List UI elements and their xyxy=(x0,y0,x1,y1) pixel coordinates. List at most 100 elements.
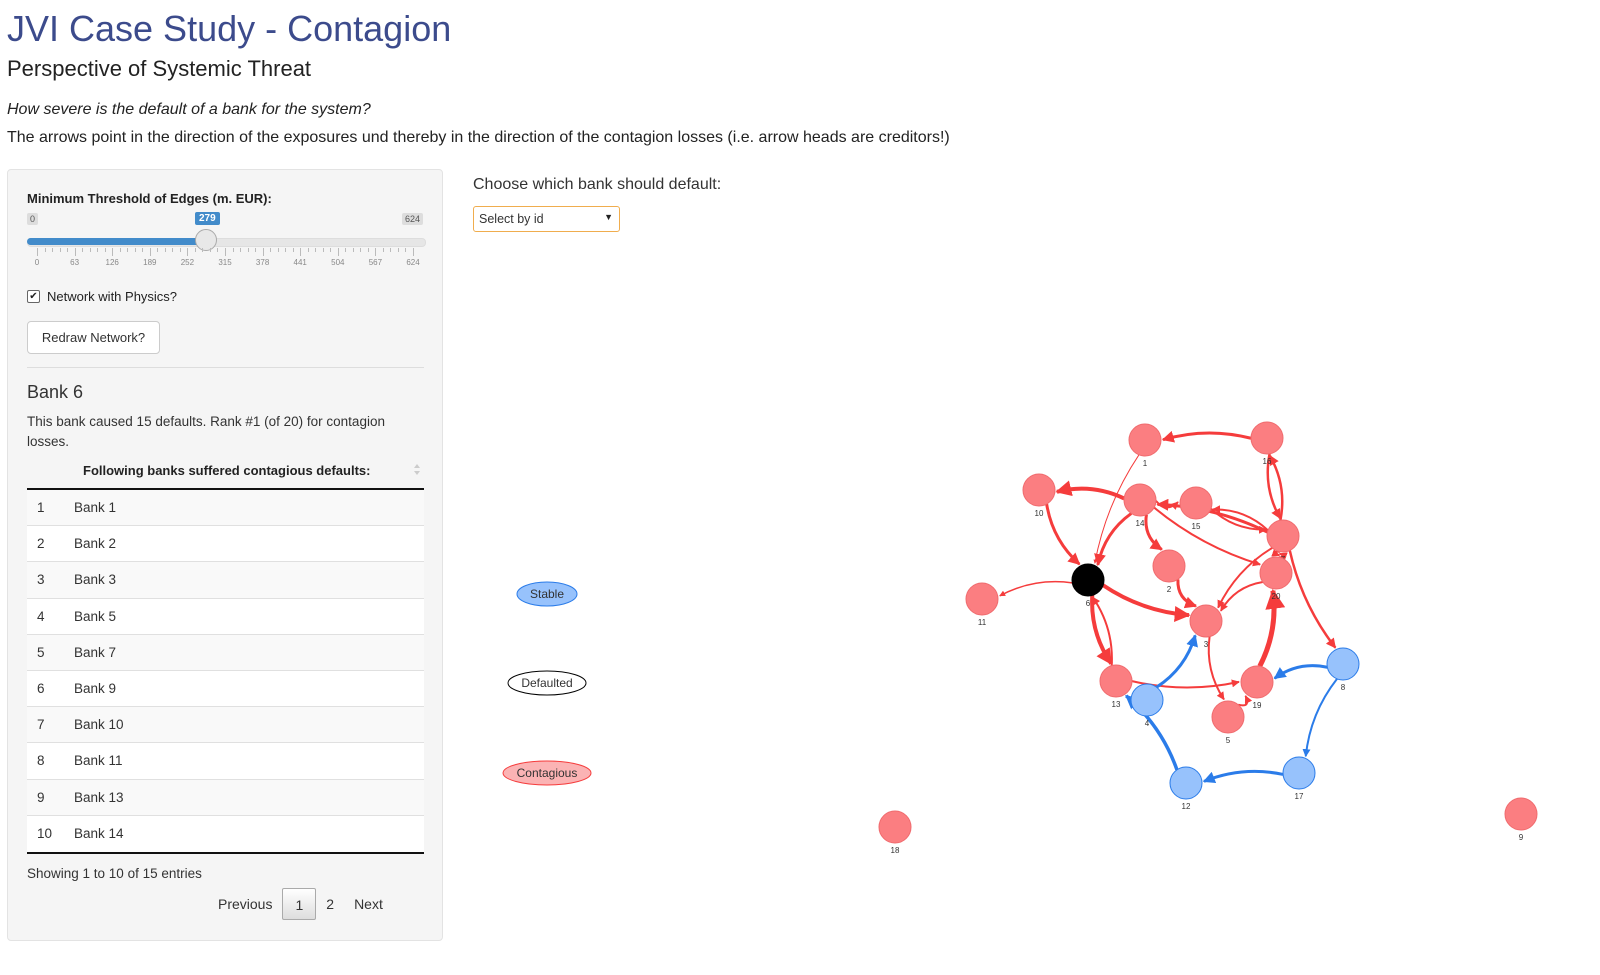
network-edge[interactable] xyxy=(999,580,1073,597)
pager-page-1[interactable]: 1 xyxy=(282,888,317,920)
network-edge[interactable] xyxy=(1257,588,1286,668)
slider-tick-label: 189 xyxy=(143,258,157,267)
table-row[interactable]: 7 Bank 10 xyxy=(27,707,424,744)
network-node[interactable] xyxy=(1022,473,1056,507)
pagination: Previous 1 2 Next xyxy=(208,887,393,921)
slider-tick-label: 378 xyxy=(255,258,270,267)
table-row[interactable]: 5 Bank 7 xyxy=(27,634,424,671)
slider-tick xyxy=(209,248,211,252)
network-node[interactable] xyxy=(965,582,999,616)
network-edge[interactable] xyxy=(1144,514,1163,551)
table-info: Showing 1 to 10 of 15 entries xyxy=(27,866,202,881)
slider-tick xyxy=(375,248,377,256)
table-header[interactable]: Following banks suffered contagious defa… xyxy=(27,455,424,490)
table-row[interactable]: 8 Bank 11 xyxy=(27,743,424,780)
network-node[interactable] xyxy=(1123,483,1157,517)
network-edge[interactable] xyxy=(1094,512,1133,567)
slider-tick xyxy=(142,248,144,252)
network-edge[interactable] xyxy=(1045,503,1081,566)
network-edge[interactable] xyxy=(1302,678,1338,758)
network-node-label: 5 xyxy=(1226,736,1231,745)
slider-tick xyxy=(127,248,129,252)
table-row[interactable]: 6 Bank 9 xyxy=(27,670,424,708)
pager-next[interactable]: Next xyxy=(344,896,393,912)
slider-tick xyxy=(300,248,302,256)
pager-page-2[interactable]: 2 xyxy=(316,896,344,912)
row-bank-name: Bank 13 xyxy=(74,789,124,805)
network-node[interactable] xyxy=(1099,664,1133,698)
network-node[interactable] xyxy=(878,810,912,844)
network-node[interactable] xyxy=(1240,665,1274,699)
network-edge[interactable] xyxy=(1161,430,1252,443)
network-node[interactable] xyxy=(1211,700,1245,734)
network-node-label: 18 xyxy=(891,846,900,855)
table-row[interactable]: 3 Bank 3 xyxy=(27,562,424,599)
physics-checkbox[interactable]: ✔ xyxy=(27,290,40,303)
slider-tick xyxy=(413,248,414,256)
slider-tick xyxy=(119,248,121,252)
table-row[interactable]: 4 Bank 5 xyxy=(27,598,424,635)
pager-previous[interactable]: Previous xyxy=(208,896,282,912)
network-node[interactable] xyxy=(1189,604,1223,638)
bank-select[interactable]: Select by id ▼ xyxy=(473,206,620,232)
network-edge[interactable] xyxy=(1237,695,1253,707)
legend-stable-label: Stable xyxy=(530,587,564,601)
row-bank-name: Bank 11 xyxy=(74,753,123,769)
slider-tick xyxy=(360,248,362,252)
network-edge[interactable] xyxy=(1155,634,1198,689)
explanation-text: The arrows point in the direction of the… xyxy=(7,129,950,146)
network-node[interactable] xyxy=(1504,797,1538,831)
physics-checkbox-label: Network with Physics? xyxy=(47,289,178,304)
table-row[interactable]: 9 Bank 13 xyxy=(27,779,424,816)
network-node[interactable] xyxy=(1169,766,1203,800)
slider-tick-label: 126 xyxy=(105,258,119,267)
slider-value-label: 279 xyxy=(195,212,220,225)
bank-title: Bank 6 xyxy=(27,382,84,402)
network-node[interactable] xyxy=(1250,421,1284,455)
physics-checkbox-row[interactable]: ✔ Network with Physics? xyxy=(27,289,177,304)
network-node[interactable] xyxy=(1071,563,1105,597)
sort-icon[interactable] xyxy=(414,464,420,478)
table-row[interactable]: 1 Bank 1 xyxy=(27,490,424,527)
network-node[interactable] xyxy=(1259,556,1293,590)
row-number: 5 xyxy=(37,644,45,660)
slider-min-label: 0 xyxy=(27,213,39,225)
network-edge[interactable] xyxy=(1202,769,1284,783)
row-number: 8 xyxy=(37,753,45,769)
network-edge[interactable] xyxy=(1288,550,1337,649)
slider-tick xyxy=(255,248,257,252)
network-node-label: 3 xyxy=(1204,640,1209,649)
slider-tick xyxy=(164,248,166,252)
network-node[interactable] xyxy=(1266,519,1300,553)
network-edge[interactable] xyxy=(1207,636,1225,701)
row-number: 2 xyxy=(37,536,45,552)
slider-tick xyxy=(67,248,69,252)
network-node[interactable] xyxy=(1152,549,1186,583)
table-row[interactable]: 10 Bank 14 xyxy=(27,815,424,852)
network-node-label: 9 xyxy=(1519,833,1524,842)
network-edge[interactable] xyxy=(1273,664,1328,680)
slider-tick xyxy=(194,248,196,252)
redraw-button[interactable]: Redraw Network? xyxy=(27,321,160,354)
table-row[interactable]: 2 Bank 2 xyxy=(27,526,424,563)
network-node[interactable] xyxy=(1282,756,1316,790)
network-edge[interactable] xyxy=(1219,581,1263,612)
network-graph[interactable]: 1161014157220611313419851217189StableDef… xyxy=(450,240,1600,940)
slider-tick xyxy=(330,248,332,252)
network-node[interactable] xyxy=(1130,683,1164,717)
row-bank-name: Bank 9 xyxy=(74,680,117,696)
network-edge[interactable] xyxy=(1101,583,1191,622)
slider-tick xyxy=(172,248,174,252)
network-edge[interactable] xyxy=(1271,549,1281,557)
slider-tick xyxy=(232,248,234,252)
network-node[interactable] xyxy=(1179,486,1213,520)
slider-tick xyxy=(157,248,159,252)
network-node[interactable] xyxy=(1128,423,1162,457)
slider-tick-label: 252 xyxy=(180,258,195,267)
slider-tick-label: 624 xyxy=(406,258,420,267)
slider-tick xyxy=(382,248,384,252)
row-number: 4 xyxy=(37,608,45,624)
network-edge[interactable] xyxy=(1055,480,1125,501)
network-edge[interactable] xyxy=(1176,579,1198,609)
network-node[interactable] xyxy=(1326,647,1360,681)
